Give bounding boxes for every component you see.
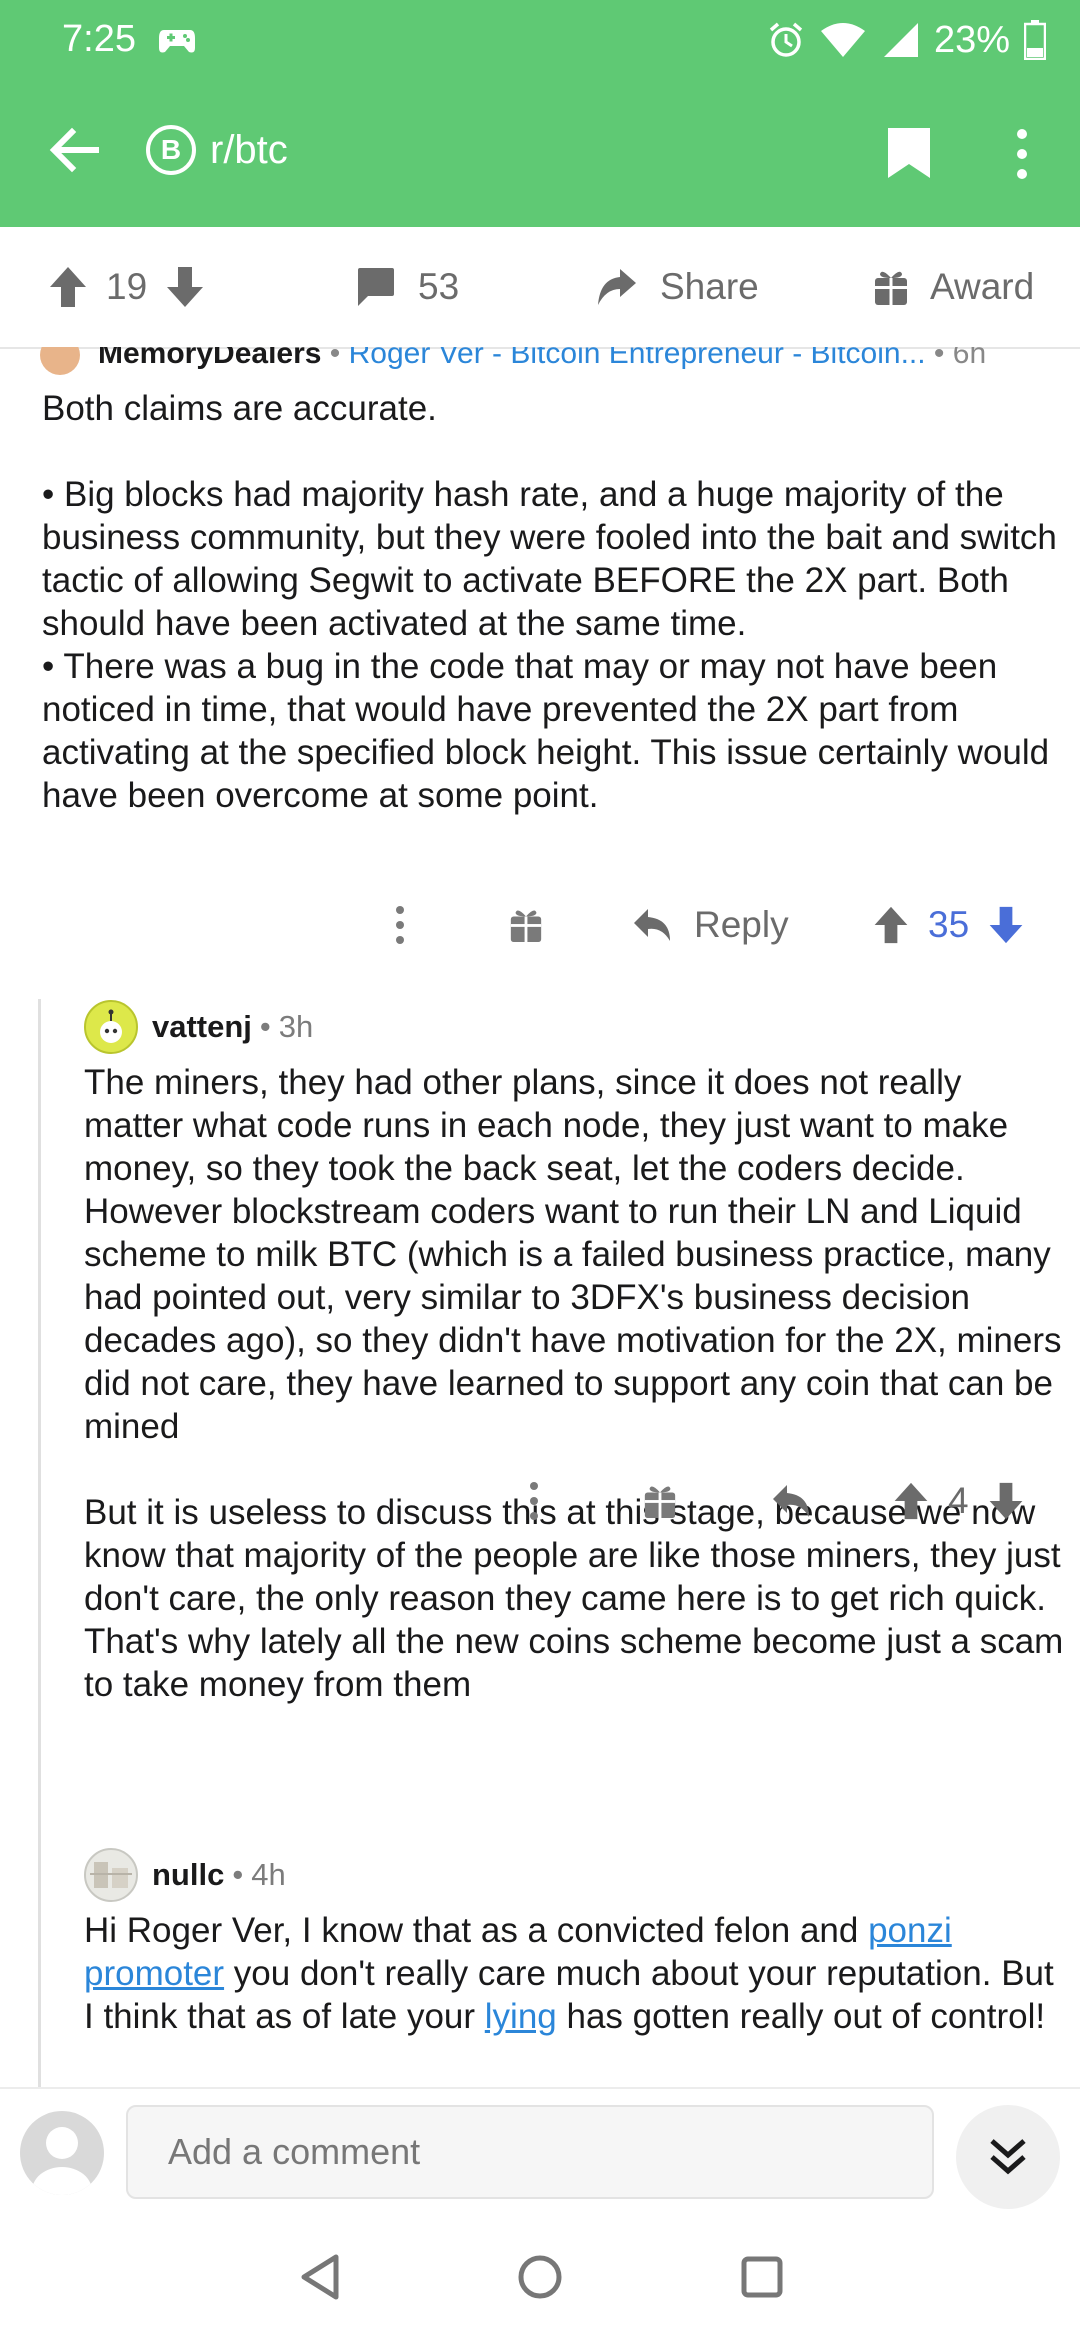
reply-button[interactable]: Reply bbox=[632, 895, 789, 955]
avatar[interactable] bbox=[84, 1000, 138, 1054]
user-avatar[interactable] bbox=[20, 2111, 104, 2195]
signal-icon bbox=[883, 23, 918, 57]
parent-author-row: MemoryDealers • Roger Ver - Bitcoin Entr… bbox=[40, 347, 986, 375]
status-time: 7:25 bbox=[62, 18, 136, 60]
share-button[interactable]: Share bbox=[596, 227, 759, 347]
subreddit-name[interactable]: r/btc bbox=[210, 125, 288, 175]
top-bar: 7:25 23% B r/btc bbox=[0, 0, 1080, 227]
comment-text: has gotten really out of control! bbox=[556, 1997, 1046, 2036]
add-comment-input[interactable]: Add a comment bbox=[126, 2105, 934, 2199]
bitcoin-icon-letter: B bbox=[160, 134, 182, 165]
award-button[interactable]: Award bbox=[874, 227, 1034, 347]
upvote-icon[interactable] bbox=[892, 1481, 930, 1521]
system-nav-bar bbox=[0, 2217, 1080, 2340]
reply-label: Reply bbox=[694, 904, 789, 945]
gift-icon bbox=[875, 271, 907, 305]
post-score: 19 bbox=[106, 266, 148, 307]
nav-recents-icon[interactable] bbox=[732, 2247, 792, 2307]
comment-age: 4h bbox=[251, 1857, 286, 1892]
battery-percent: 23% bbox=[933, 18, 1010, 61]
collapse-icon[interactable] bbox=[956, 2105, 1060, 2209]
comment-count: 53 bbox=[418, 266, 460, 307]
wifi-icon bbox=[820, 23, 865, 57]
comment-vote-group: 4 bbox=[892, 1471, 1025, 1531]
share-label: Share bbox=[660, 266, 759, 307]
comment-vote-group: 35 bbox=[872, 895, 1025, 955]
comment-icon bbox=[358, 268, 394, 306]
downvote-icon[interactable] bbox=[987, 1481, 1025, 1521]
award-label: Award bbox=[930, 266, 1035, 307]
author-name[interactable]: nullc bbox=[152, 1857, 224, 1893]
app-bar: B r/btc bbox=[0, 80, 1080, 227]
comment-paragraph: The miners, they had other plans, since … bbox=[84, 1063, 1062, 1446]
author-flair: Roger Ver - Bitcoin Entrepreneur - Bitco… bbox=[348, 347, 926, 370]
gift-icon[interactable] bbox=[640, 1477, 680, 1525]
comments-button[interactable]: 53 bbox=[354, 227, 459, 347]
upvote-icon[interactable] bbox=[48, 265, 88, 309]
status-bar: 7:25 23% bbox=[0, 0, 1080, 80]
more-vert-icon[interactable] bbox=[1004, 124, 1040, 184]
comment-score: 4 bbox=[948, 1480, 969, 1521]
nav-home-icon[interactable] bbox=[510, 2247, 570, 2307]
comment-age: 3h bbox=[278, 1009, 314, 1044]
more-vert-icon[interactable] bbox=[514, 1471, 554, 1531]
avatar[interactable] bbox=[84, 1848, 138, 1902]
upvote-icon[interactable] bbox=[872, 905, 910, 945]
back-arrow-icon[interactable] bbox=[44, 120, 104, 180]
post-vote-group: 19 bbox=[48, 227, 205, 347]
comment-age: 6h bbox=[952, 347, 987, 370]
author-name[interactable]: MemoryDealers bbox=[98, 347, 321, 370]
avatar[interactable] bbox=[40, 347, 80, 375]
vattenj-author-row: vattenj • 3h bbox=[84, 999, 313, 1055]
share-icon bbox=[598, 269, 636, 305]
status-right: 23% bbox=[766, 16, 1046, 64]
comment-composer: Add a comment bbox=[0, 2087, 1080, 2219]
lying-link[interactable]: lying bbox=[485, 1997, 557, 2036]
reply-icon bbox=[634, 909, 670, 941]
downvote-icon[interactable] bbox=[987, 905, 1025, 945]
comment-feed: MemoryDealers • Roger Ver - Bitcoin Entr… bbox=[0, 347, 1080, 2087]
nullc-author-row: nullc • 4h bbox=[84, 1847, 286, 1903]
thread-line[interactable] bbox=[38, 999, 41, 2087]
alarm-icon bbox=[769, 22, 803, 57]
comment-paragraph: Both claims are accurate. bbox=[42, 389, 437, 428]
bitcoin-icon[interactable]: B bbox=[146, 125, 196, 175]
downvote-icon[interactable] bbox=[165, 265, 205, 309]
nullc-comment-body: Hi Roger Ver, I know that as a convicted… bbox=[84, 1909, 1064, 2038]
comment-score: 35 bbox=[928, 904, 970, 945]
post-action-bar: 19 53 Share Award bbox=[0, 227, 1080, 349]
nav-back-icon[interactable] bbox=[290, 2247, 350, 2307]
comment-paragraph: • There was a bug in the code that may o… bbox=[42, 647, 1050, 815]
parent-comment-body: Both claims are accurate. • Big blocks h… bbox=[42, 387, 1062, 817]
reply-icon[interactable] bbox=[766, 1471, 816, 1531]
gift-icon[interactable] bbox=[506, 901, 546, 949]
more-vert-icon[interactable] bbox=[380, 895, 420, 955]
comment-paragraph: • Big blocks had majority hash rate, and… bbox=[42, 475, 1057, 643]
author-name[interactable]: vattenj bbox=[152, 1009, 252, 1045]
game-controller-icon bbox=[159, 30, 195, 53]
bookmark-icon[interactable] bbox=[886, 126, 932, 180]
vattenj-comment-body: The miners, they had other plans, since … bbox=[84, 1061, 1064, 1706]
battery-icon bbox=[1024, 20, 1046, 60]
comment-text: Hi Roger Ver, I know that as a convicted… bbox=[84, 1911, 869, 1950]
